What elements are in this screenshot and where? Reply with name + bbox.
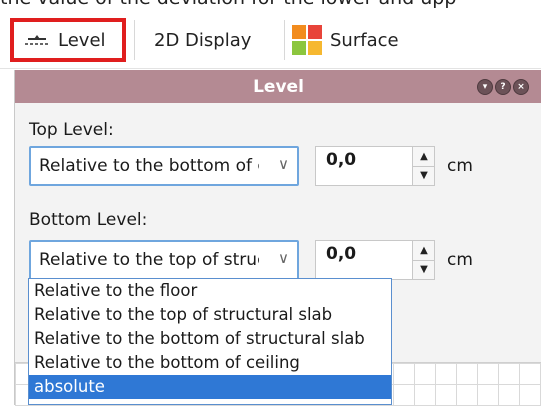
dropdown-option[interactable]: Relative to the top of structural slab	[29, 303, 391, 327]
panel-title-text: Level	[253, 76, 304, 97]
surface-tab-label: Surface	[330, 29, 399, 51]
top-level-value-input[interactable]: 0,0	[315, 146, 413, 186]
dropdown-option-selected[interactable]: absolute	[29, 375, 391, 399]
bottom-level-select-value: Relative to the top of structural slab	[39, 250, 259, 270]
chevron-down-icon: ∨	[278, 155, 289, 173]
level-tab-button[interactable]: Level	[10, 18, 126, 62]
bottom-level-unit: cm	[447, 250, 473, 270]
dropdown-option[interactable]: Relative to the floor	[29, 279, 391, 303]
toolbar: Level 2D Display Surface	[0, 8, 541, 69]
spin-down-icon[interactable]: ▼	[413, 260, 435, 279]
spin-up-icon[interactable]: ▲	[413, 147, 435, 167]
top-level-spinner[interactable]: ▲ ▼	[413, 146, 435, 186]
top-level-label: Top Level:	[29, 120, 114, 140]
pin-icon[interactable]: ▾	[477, 79, 493, 95]
toolbar-separator	[284, 20, 285, 60]
toolbar-separator	[134, 20, 135, 60]
display2d-tab-button[interactable]: 2D Display	[142, 18, 282, 62]
surface-tab-button[interactable]: Surface	[288, 18, 428, 62]
level-icon	[25, 35, 49, 45]
bottom-level-value-input[interactable]: 0,0	[315, 240, 413, 280]
panel-title: Level ▾ ? ×	[15, 70, 541, 103]
dropdown-option[interactable]: Relative to the bottom of ceiling	[29, 351, 391, 375]
top-level-select[interactable]: Relative to the bottom of ceiling ∨	[29, 146, 299, 186]
spin-up-icon[interactable]: ▲	[413, 241, 435, 261]
surface-icon	[292, 25, 322, 55]
spin-down-icon[interactable]: ▼	[413, 166, 435, 185]
help-icon[interactable]: ?	[495, 79, 511, 95]
bottom-level-label: Bottom Level:	[29, 210, 148, 230]
dropdown-option[interactable]: Relative to the bottom of structural sla…	[29, 327, 391, 351]
display2d-tab-label: 2D Display	[154, 29, 252, 51]
level-tab-label: Level	[58, 29, 106, 51]
bottom-level-select[interactable]: Relative to the top of structural slab ∨	[29, 240, 299, 280]
close-icon[interactable]: ×	[513, 79, 529, 95]
top-level-select-value: Relative to the bottom of ceiling	[39, 156, 259, 176]
bottom-level-dropdown-list: Relative to the floor Relative to the to…	[28, 278, 392, 405]
chevron-down-icon: ∨	[278, 249, 289, 267]
bottom-level-spinner[interactable]: ▲ ▼	[413, 240, 435, 280]
top-level-unit: cm	[447, 156, 473, 176]
